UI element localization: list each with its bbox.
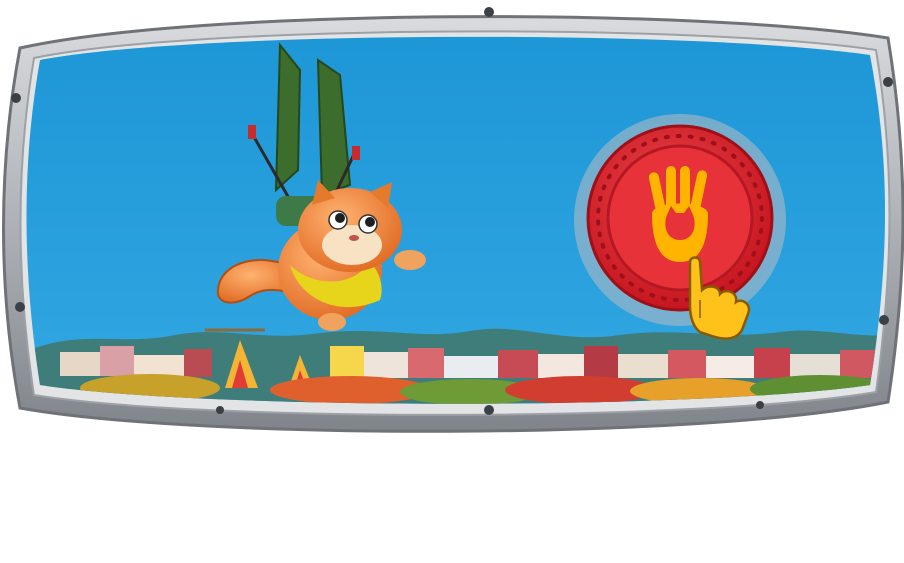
bolt bbox=[15, 302, 25, 312]
bolt bbox=[216, 406, 224, 414]
bolt bbox=[484, 405, 494, 415]
glider-wing-left bbox=[274, 42, 302, 193]
bolt bbox=[756, 401, 764, 409]
game-window bbox=[0, 0, 904, 563]
bolt bbox=[11, 93, 21, 103]
bolt bbox=[883, 77, 893, 87]
bolt bbox=[879, 315, 889, 325]
paw-action-button[interactable] bbox=[574, 114, 786, 326]
bolt bbox=[484, 7, 494, 17]
